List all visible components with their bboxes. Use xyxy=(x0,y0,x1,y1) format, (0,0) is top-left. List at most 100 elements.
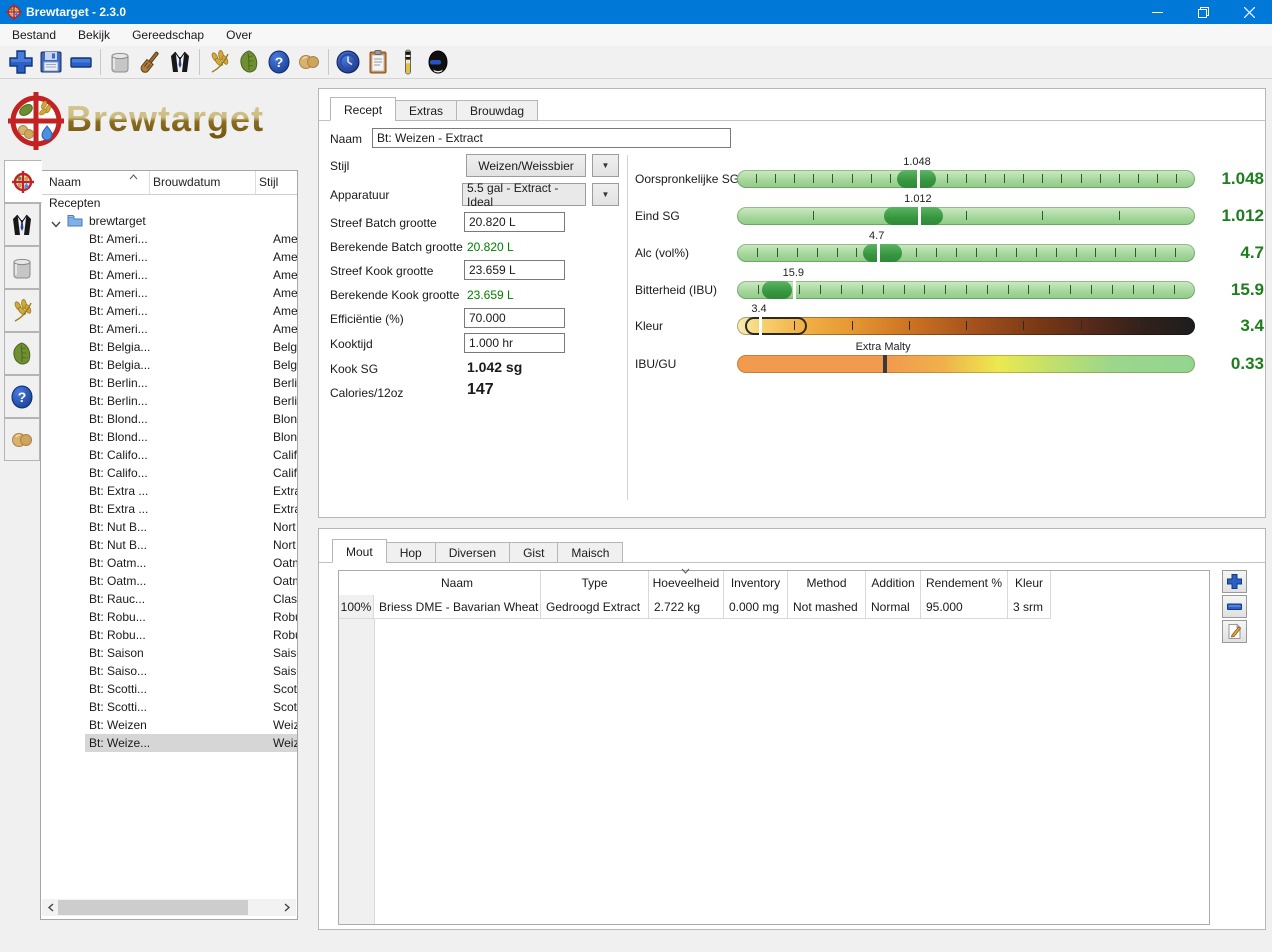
tree-item[interactable]: Bt: Ameri...Ame xyxy=(41,266,297,284)
tree-item[interactable]: Bt: Ameri...Ame xyxy=(41,248,297,266)
equipment-combobox[interactable]: 5.5 gal - Extract - Ideal xyxy=(462,183,586,206)
table-col-header[interactable]: Naam xyxy=(374,571,541,595)
equipment-dropdown-button[interactable]: ▼ xyxy=(592,183,619,206)
tab-maisch[interactable]: Maisch xyxy=(557,542,623,563)
new-recipe-plus-icon[interactable] xyxy=(6,48,36,76)
table-col-header[interactable]: Type xyxy=(541,571,649,595)
tree-item[interactable]: Bt: Nut B...Nort xyxy=(41,518,297,536)
yeast-icon[interactable] xyxy=(294,48,324,76)
tree-item[interactable]: Bt: Berlin...Berli xyxy=(41,374,297,392)
table-col-header[interactable]: Kleur xyxy=(1008,571,1051,595)
fermentable-wheat-icon[interactable] xyxy=(204,48,234,76)
table-cell[interactable]: Normal xyxy=(866,595,921,618)
mash-paddle-icon[interactable] xyxy=(135,48,165,76)
sidebar-tab-yeast-icon[interactable] xyxy=(4,418,40,461)
save-icon[interactable] xyxy=(36,48,66,76)
tree-item[interactable]: Bt: Blond...Blon xyxy=(41,428,297,446)
tree-item[interactable]: Bt: Extra ...Extra xyxy=(41,482,297,500)
table-col-header[interactable]: Method xyxy=(788,571,866,595)
style-suit-icon[interactable] xyxy=(165,48,195,76)
tree-folder-brewtarget[interactable]: brewtarget xyxy=(41,212,297,230)
misc-question-icon[interactable]: ? xyxy=(264,48,294,76)
equipment-kettle-icon[interactable] xyxy=(105,48,135,76)
brewday-clipboard-icon[interactable] xyxy=(363,48,393,76)
tree-item[interactable]: Bt: Scotti...Scott xyxy=(41,680,297,698)
delete-minus-icon[interactable] xyxy=(66,48,96,76)
sidebar-tab-equipment-kettle-icon[interactable] xyxy=(4,246,40,289)
tree-item[interactable]: Bt: Berlin...Berli xyxy=(41,392,297,410)
table-cell[interactable]: 2.722 kg xyxy=(649,595,724,618)
scroll-right-arrow-icon[interactable] xyxy=(279,899,296,916)
target-boil-size-input[interactable]: 23.659 L xyxy=(464,260,565,280)
table-cell[interactable]: 3 srm xyxy=(1008,595,1051,618)
sidebar-tab-hops-leaf-icon[interactable] xyxy=(4,332,40,375)
sidebar-tab-misc-question-icon[interactable]: ? xyxy=(4,375,40,418)
add-plus-button[interactable] xyxy=(1222,570,1247,593)
hydrometer-icon[interactable] xyxy=(393,48,423,76)
tree-item[interactable]: Bt: Ameri...Ame xyxy=(41,284,297,302)
menu-item-gereedschap[interactable]: Gereedschap xyxy=(122,25,214,45)
tree-item[interactable]: Bt: Scotti...Scott xyxy=(41,698,297,716)
table-cell[interactable]: Gedroogd Extract xyxy=(541,595,649,618)
tree-col-stijl[interactable]: Stijl xyxy=(259,175,278,189)
menu-item-bekijk[interactable]: Bekijk xyxy=(68,25,120,45)
tree-item[interactable]: Bt: Ameri...Ame xyxy=(41,230,297,248)
tree-item[interactable]: Bt: Oatm...Oatm xyxy=(41,554,297,572)
tree-root-recepten[interactable]: Recepten xyxy=(41,194,297,212)
edit-pencil-button[interactable] xyxy=(1222,620,1247,643)
tree-item[interactable]: Bt: SaisonSaiso xyxy=(41,644,297,662)
table-cell[interactable]: Not mashed xyxy=(788,595,866,618)
remove-minus-button[interactable] xyxy=(1222,595,1247,618)
tree-item[interactable]: Bt: Califo...Calif xyxy=(41,464,297,482)
tree-horizontal-scrollbar[interactable] xyxy=(42,899,296,916)
tree-item[interactable]: Bt: Ameri...Ame xyxy=(41,302,297,320)
tree-item[interactable]: Bt: Robu...Robu xyxy=(41,608,297,626)
tree-item[interactable]: Bt: WeizenWeiz xyxy=(41,716,297,734)
tree-item[interactable]: Bt: Weize...Weiz xyxy=(41,734,297,752)
tab-brouwdag[interactable]: Brouwdag xyxy=(456,100,538,121)
tree-item[interactable]: Bt: Robu...Robu xyxy=(41,626,297,644)
efficiency-input[interactable]: 70.000 xyxy=(464,308,565,328)
tree-item[interactable]: Bt: Extra ...Extra xyxy=(41,500,297,518)
tree-item[interactable]: Bt: Saiso...Saiso xyxy=(41,662,297,680)
minimize-button[interactable] xyxy=(1134,0,1180,24)
table-col-header[interactable]: Inventory xyxy=(724,571,788,595)
style-dropdown-button[interactable]: ▼ xyxy=(592,154,619,177)
tab-gist[interactable]: Gist xyxy=(509,542,558,563)
tree-item[interactable]: Bt: Ameri...Ame xyxy=(41,320,297,338)
tree-item[interactable]: Bt: Oatm...Oatm xyxy=(41,572,297,590)
tree-header[interactable]: Naam Brouwdatum Stijl xyxy=(41,171,297,195)
hops-leaf-icon[interactable] xyxy=(234,48,264,76)
sidebar-tab-style-suit-icon[interactable] xyxy=(4,203,40,246)
tree-col-brouwdatum[interactable]: Brouwdatum xyxy=(153,175,220,189)
tree-item[interactable]: Bt: Belgia...Belgi xyxy=(41,356,297,374)
scrollbar-thumb[interactable] xyxy=(58,900,248,915)
tree-item[interactable]: Bt: Nut B...Nort xyxy=(41,536,297,554)
tab-hop[interactable]: Hop xyxy=(386,542,436,563)
table-cell[interactable]: Briess DME - Bavarian Wheat xyxy=(374,595,541,618)
tree-item[interactable]: Bt: Blond...Blon xyxy=(41,410,297,428)
table-cell[interactable]: 0.000 mg xyxy=(724,595,788,618)
menu-item-bestand[interactable]: Bestand xyxy=(2,25,66,45)
tree-item[interactable]: Bt: Rauc...Class xyxy=(41,590,297,608)
bottlecap-icon[interactable] xyxy=(423,48,453,76)
table-col-header[interactable]: Rendement % xyxy=(921,571,1008,595)
tab-recept[interactable]: Recept xyxy=(330,97,396,121)
scroll-left-arrow-icon[interactable] xyxy=(42,899,59,916)
close-button[interactable] xyxy=(1226,0,1272,24)
tab-extras[interactable]: Extras xyxy=(395,100,457,121)
timer-clock-icon[interactable] xyxy=(333,48,363,76)
sidebar-tab-recipes-target-icon[interactable] xyxy=(4,160,42,203)
recipe-name-input[interactable]: Bt: Weizen - Extract xyxy=(372,128,731,148)
target-batch-size-input[interactable]: 20.820 L xyxy=(464,212,565,232)
tab-diversen[interactable]: Diversen xyxy=(435,542,510,563)
style-button[interactable]: Weizen/Weissbier xyxy=(466,154,586,177)
table-row[interactable]: 100%Briess DME - Bavarian WheatGedroogd … xyxy=(339,595,1051,619)
tree-col-naam[interactable]: Naam xyxy=(49,175,81,189)
tree-item[interactable]: Bt: Belgia...Belgi xyxy=(41,338,297,356)
table-cell[interactable]: 95.000 xyxy=(921,595,1008,618)
tab-mout[interactable]: Mout xyxy=(332,539,387,563)
tree-item[interactable]: Bt: Califo...Calif xyxy=(41,446,297,464)
menu-item-over[interactable]: Over xyxy=(216,25,262,45)
restore-button[interactable] xyxy=(1180,0,1226,24)
